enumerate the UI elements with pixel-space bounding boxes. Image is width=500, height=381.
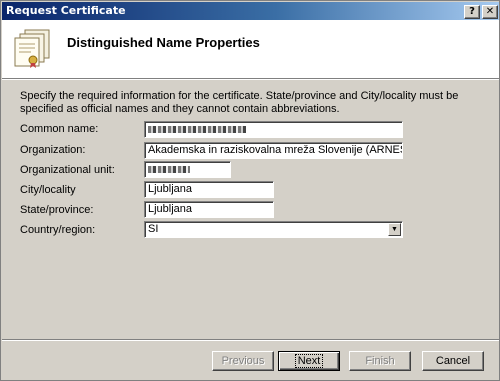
page-title: Distinguished Name Properties	[67, 35, 260, 50]
redacted-value	[148, 166, 190, 173]
state-label: State/province:	[20, 204, 94, 216]
organization-label: Organization:	[20, 144, 86, 156]
wizard-header: Distinguished Name Properties	[2, 20, 499, 80]
country-select[interactable]: SI ▼	[144, 221, 403, 238]
cancel-button[interactable]: Cancel	[422, 351, 484, 371]
separator	[2, 339, 499, 341]
organizational-unit-field[interactable]	[144, 161, 231, 178]
state-field[interactable]: Ljubljana	[144, 201, 274, 218]
redacted-value	[148, 126, 246, 133]
organizational-unit-label: Organizational unit:	[20, 164, 115, 176]
title-bar[interactable]: Request Certificate ? ✕	[2, 2, 499, 20]
request-certificate-dialog: Request Certificate ? ✕ Distinguished Na…	[0, 0, 500, 381]
instructions-text: Specify the required information for the…	[20, 90, 459, 115]
common-name-label: Common name:	[20, 123, 99, 135]
chevron-down-icon[interactable]: ▼	[388, 223, 401, 236]
finish-button[interactable]: Finish	[349, 351, 411, 371]
common-name-field[interactable]	[144, 121, 403, 138]
country-label: Country/region:	[20, 224, 96, 236]
city-label: City/locality	[20, 184, 76, 196]
organization-field[interactable]: Akademska in raziskovalna mreža Slovenij…	[144, 142, 403, 159]
next-button[interactable]: Next	[278, 351, 340, 371]
window-title: Request Certificate	[6, 4, 126, 17]
certificate-icon	[14, 29, 50, 68]
previous-button[interactable]: Previous	[212, 351, 274, 371]
help-button[interactable]: ?	[464, 5, 480, 19]
city-field[interactable]: Ljubljana	[144, 181, 274, 198]
close-button[interactable]: ✕	[482, 5, 498, 19]
country-value: SI	[148, 223, 159, 235]
